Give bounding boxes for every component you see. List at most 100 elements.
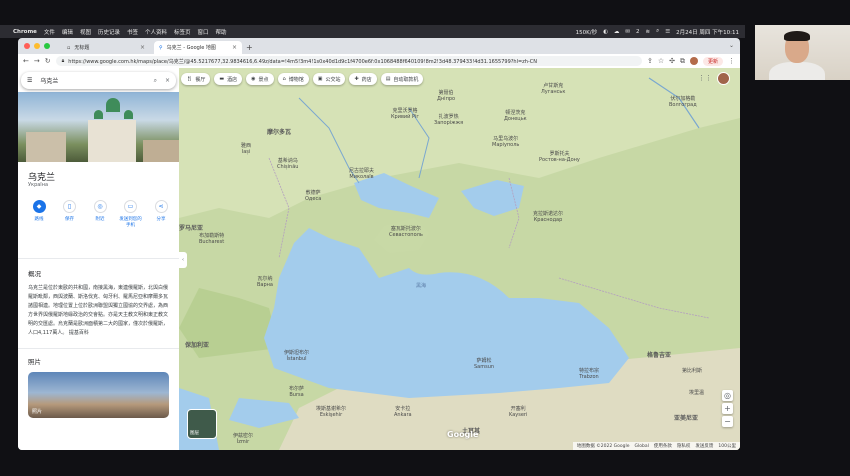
collapse-panel-button[interactable]: ‹ bbox=[179, 252, 187, 268]
zoom-in-button[interactable]: + bbox=[722, 403, 733, 414]
menu-item-window[interactable]: 窗口 bbox=[198, 28, 209, 36]
wechat-count: 2 bbox=[636, 28, 640, 35]
chip-transit[interactable]: ▣ 公交站 bbox=[312, 73, 346, 85]
chip-pharmacy[interactable]: ✚ 药店 bbox=[349, 73, 377, 85]
forward-icon[interactable]: → bbox=[34, 57, 40, 65]
map-profile-avatar[interactable] bbox=[717, 72, 730, 85]
share-button[interactable]: ⋖ 分享 bbox=[148, 200, 174, 228]
menu-item-profile[interactable]: 个人资料 bbox=[145, 28, 167, 36]
directions-button[interactable]: ◆ 路线 bbox=[26, 200, 52, 228]
maximize-window-button[interactable] bbox=[44, 43, 50, 49]
my-location-icon[interactable]: ◎ bbox=[722, 390, 733, 401]
nearby-icon: ◎ bbox=[93, 200, 107, 213]
layers-button[interactable]: 图层 bbox=[187, 409, 217, 439]
map-canvas[interactable]: 🍴︎ 餐厅 ▬ 酒店 ◉ 景点 ⌂ 博物馆 ▣ 公交站 ✚ 药店 ▤ 自动取款机 ⋮⋮ 摩尔多… bbox=[179, 68, 740, 450]
search-box[interactable]: ☰ 乌克兰 ⌕ × bbox=[21, 72, 176, 89]
label-rostov: 罗斯托夫 Ростов-на-Дону bbox=[539, 151, 580, 163]
back-icon[interactable]: ← bbox=[23, 57, 29, 65]
chip-attraction[interactable]: ◉ 景点 bbox=[246, 73, 274, 85]
footer-privacy[interactable]: 隐私权 bbox=[677, 443, 691, 449]
label-mariupol: 马里乌波尔 Маріуполь bbox=[492, 136, 520, 148]
control-center-icon[interactable]: ☰ bbox=[665, 29, 670, 35]
screen: Chrome 文件 编辑 视图 历史记录 书签 个人资料 标签页 窗口 帮助 1… bbox=[0, 0, 850, 476]
clear-search-icon[interactable]: × bbox=[165, 77, 170, 85]
chip-atm[interactable]: ▤ 自动取款机 bbox=[380, 73, 424, 85]
wifi-icon[interactable]: ≋ bbox=[646, 29, 651, 35]
label-moldova: 摩尔多瓦 bbox=[267, 129, 292, 136]
label-ankara: 安卡拉 Ankara bbox=[394, 406, 412, 418]
mac-menubar: Chrome 文件 编辑 视图 历史记录 书签 个人资料 标签页 窗口 帮助 1… bbox=[0, 25, 745, 38]
chip-label: 药店 bbox=[361, 76, 372, 83]
send-to-phone-button[interactable]: ▭ 发送到您的手机 bbox=[118, 200, 144, 228]
bookmark-star-icon[interactable]: ☆ bbox=[658, 57, 664, 65]
extensions-puzzle-icon[interactable]: ⧉ bbox=[680, 57, 685, 66]
label-donetsk: 顿涅茨克 Донецьк bbox=[504, 110, 527, 122]
menu-item-help[interactable]: 帮助 bbox=[216, 28, 227, 36]
browser-window: ▫ 无标题 × ⚲ 乌克兰 - Google 地图 × + ⌄ ← → ↻ 🔒︎… bbox=[18, 38, 740, 450]
close-tab-icon[interactable]: × bbox=[140, 44, 145, 51]
menu-item-view[interactable]: 视图 bbox=[80, 28, 91, 36]
layers-label: 图层 bbox=[190, 431, 199, 436]
page-content: ☰ 乌克兰 ⌕ × 乌克兰 Україна ◆ 路线 ▯ 保存 ◎ 附近 ▭ 发… bbox=[18, 68, 740, 450]
menu-item-bookmarks[interactable]: 书签 bbox=[127, 28, 138, 36]
extension-icon[interactable]: ✣ bbox=[669, 57, 675, 65]
photos-heading: 照片 bbox=[28, 358, 41, 366]
profile-avatar[interactable] bbox=[689, 57, 698, 65]
update-button[interactable]: 更新 bbox=[702, 56, 723, 66]
address-bar[interactable]: 🔒︎ https://www.google.com.hk/maps/place/… bbox=[55, 56, 642, 66]
reload-icon[interactable]: ↻ bbox=[45, 57, 51, 65]
close-window-button[interactable] bbox=[24, 43, 30, 49]
webcam-overlay bbox=[755, 25, 850, 80]
save-button[interactable]: ▯ 保存 bbox=[57, 200, 83, 228]
place-hero-photo[interactable] bbox=[18, 92, 179, 162]
footer-terms[interactable]: 使用条款 bbox=[654, 443, 672, 449]
label-odessa: 敖德萨 Одеса bbox=[305, 190, 322, 202]
chip-label: 公交站 bbox=[325, 76, 341, 83]
menu-item-edit[interactable]: 编辑 bbox=[62, 28, 73, 36]
restaurant-icon: 🍴︎ bbox=[186, 76, 193, 82]
status-icon[interactable]: ◐ bbox=[603, 29, 608, 35]
label-eskisehir: 埃斯基谢希尔 Eskişehir bbox=[316, 406, 347, 418]
new-tab-button[interactable]: + bbox=[246, 43, 253, 54]
datetime[interactable]: 2月24日 周四 下午10:11 bbox=[676, 28, 739, 36]
menu-dots-icon[interactable]: ⋮ bbox=[728, 57, 735, 65]
wechat-icon[interactable]: ✉ bbox=[625, 29, 630, 35]
footer-feedback[interactable]: 发送反馈 bbox=[695, 443, 713, 449]
tab-dropdown-icon[interactable]: ⌄ bbox=[729, 42, 734, 49]
chip-museum[interactable]: ⌂ 博物馆 bbox=[277, 73, 309, 85]
chip-label: 餐厅 bbox=[195, 76, 206, 83]
menu-item-tabs[interactable]: 标签页 bbox=[174, 28, 191, 36]
nearby-button[interactable]: ◎ 附近 bbox=[87, 200, 113, 228]
overview-text: 乌克兰是位於東歐的共和國，南接黑海，東連俄羅斯，北與白俄羅斯毗鄰，西與波蘭、斯洛… bbox=[28, 285, 169, 336]
label-kryvyi-rih: 克里沃罗格 Кривий Ріг bbox=[391, 108, 420, 120]
zoom-out-button[interactable]: − bbox=[722, 416, 733, 427]
share-page-icon[interactable]: ⇪ bbox=[647, 57, 653, 65]
label-sevastopol: 塞瓦斯托波尔 Севастополь bbox=[389, 226, 423, 238]
chip-hotel[interactable]: ▬ 酒店 bbox=[214, 73, 243, 85]
footer-global[interactable]: Global bbox=[635, 444, 649, 449]
action-label: 路线 bbox=[34, 217, 44, 222]
tab-google-maps[interactable]: ⚲ 乌克兰 - Google 地图 × bbox=[154, 41, 242, 54]
place-panel: ☰ 乌克兰 ⌕ × 乌克兰 Україна ◆ 路线 ▯ 保存 ◎ 附近 ▭ 发… bbox=[18, 68, 179, 450]
photo-label: 照片 bbox=[32, 409, 43, 415]
menu-item-history[interactable]: 历史记录 bbox=[98, 28, 120, 36]
maps-pin-icon: ⚲ bbox=[159, 44, 163, 51]
photo-thumbnail[interactable]: 照片 bbox=[28, 372, 169, 418]
search-input[interactable]: 乌克兰 bbox=[40, 76, 58, 85]
apps-grid-icon[interactable]: ⋮⋮ bbox=[698, 74, 712, 82]
close-tab-icon[interactable]: × bbox=[232, 44, 237, 51]
menu-hamburger-icon[interactable]: ☰ bbox=[27, 77, 32, 84]
search-menubar-icon[interactable]: ⌕ bbox=[656, 28, 659, 35]
tab-untitled[interactable]: ▫ 无标题 × bbox=[62, 41, 150, 54]
menu-app-name[interactable]: Chrome bbox=[13, 29, 37, 35]
chip-label: 酒店 bbox=[227, 76, 238, 83]
cloud-icon[interactable]: ☁ bbox=[614, 29, 620, 35]
search-icon[interactable]: ⌕ bbox=[154, 77, 157, 85]
chip-restaurant[interactable]: 🍴︎ 餐厅 bbox=[181, 73, 211, 85]
chip-label: 景点 bbox=[258, 76, 269, 83]
browser-toolbar: ← → ↻ 🔒︎ https://www.google.com.hk/maps/… bbox=[18, 54, 740, 68]
label-izmir: 伊兹密尔 İzmir bbox=[233, 433, 254, 445]
menu-item-file[interactable]: 文件 bbox=[44, 28, 55, 36]
minimize-window-button[interactable] bbox=[34, 43, 40, 49]
tab-bar: ▫ 无标题 × ⚲ 乌克兰 - Google 地图 × + ⌄ bbox=[18, 38, 740, 54]
